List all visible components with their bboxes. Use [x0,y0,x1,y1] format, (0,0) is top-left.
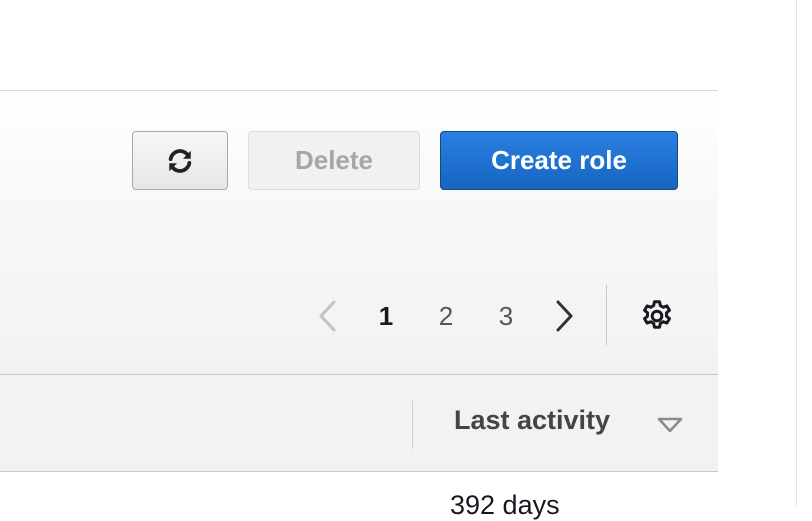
create-role-button[interactable]: Create role [440,131,678,190]
caret-down-icon [657,417,683,433]
gear-icon [643,300,671,329]
pagination-prev-button[interactable] [308,285,346,347]
roles-table-toolbar-panel: Delete Create role 1 2 3 [0,90,718,375]
table-header-row: Last activity [0,374,718,472]
page-edge-divider [796,0,797,506]
chevron-left-icon [319,300,336,332]
pagination-divider [606,285,607,345]
sort-toggle[interactable] [652,413,688,437]
refresh-button[interactable] [132,131,228,190]
column-divider [412,401,413,449]
column-header-last-activity[interactable]: Last activity [454,405,610,436]
pagination-next-button[interactable] [546,285,584,347]
table-settings-button[interactable] [636,295,678,337]
refresh-icon [168,148,192,173]
pagination-page-3[interactable]: 3 [486,285,526,347]
delete-button[interactable]: Delete [248,131,420,190]
pagination-page-2[interactable]: 2 [426,285,466,347]
pagination-page-1[interactable]: 1 [366,285,406,347]
chevron-right-icon [556,300,573,332]
